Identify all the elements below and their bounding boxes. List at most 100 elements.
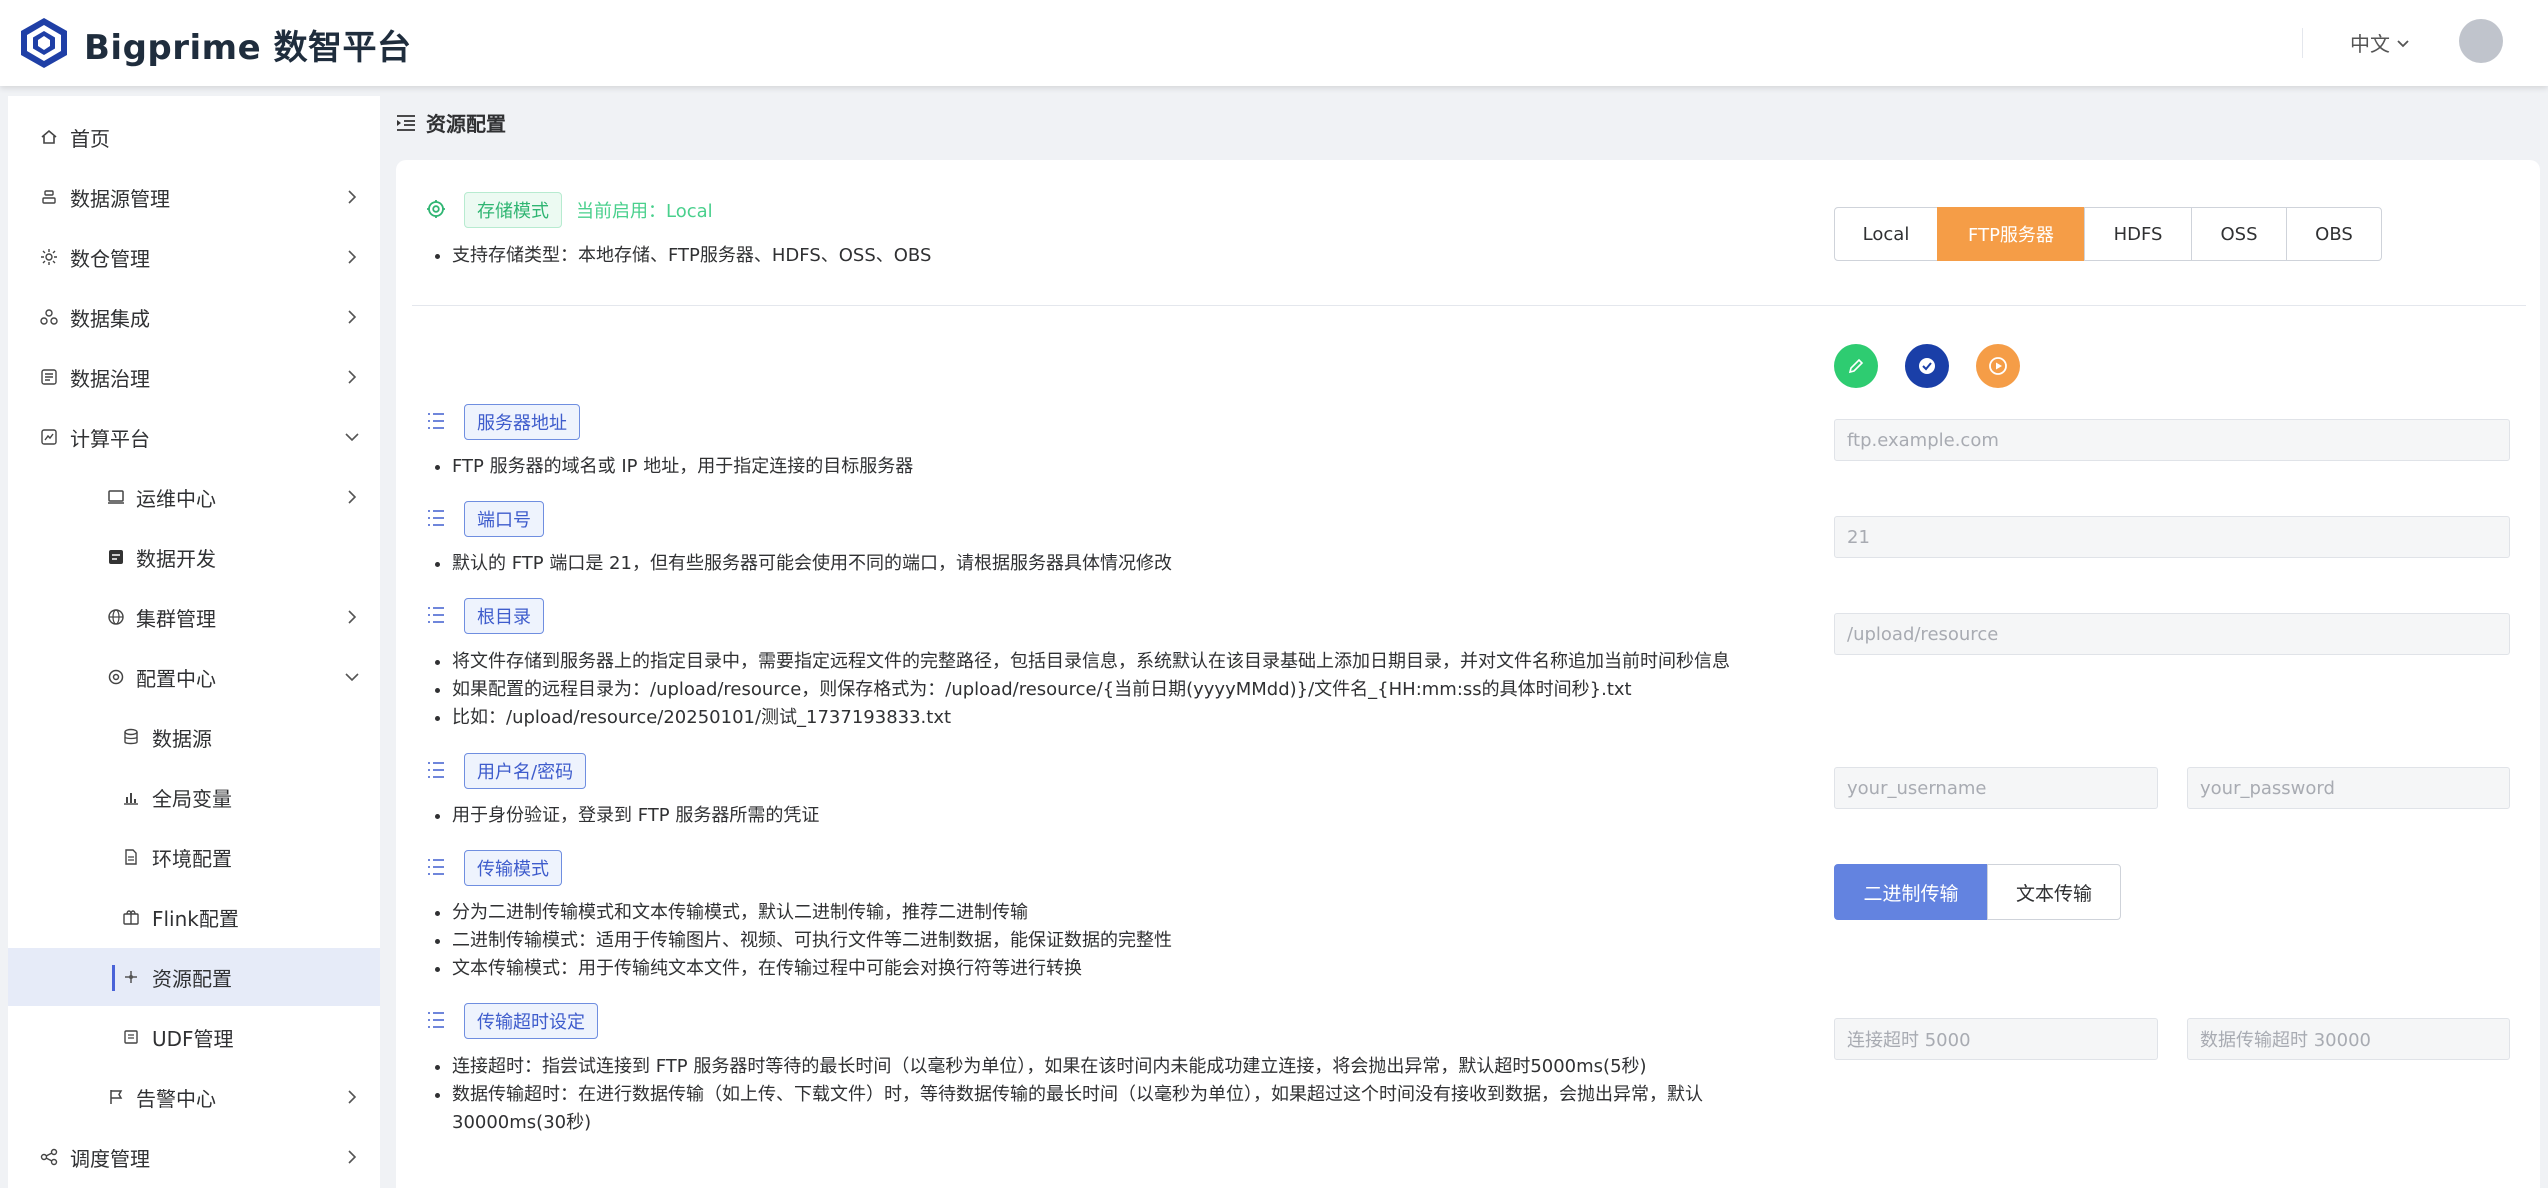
list-icon [428,859,444,875]
sidebar-item-dev[interactable]: 数据开发 [8,528,380,586]
avatar[interactable] [2459,19,2503,63]
timeout-description: 连接超时：指尝试连接到 FTP 服务器时等待的最长时间（以毫秒为单位），如果在该… [416,1053,1782,1137]
sidebar-item-datasource[interactable]: 数据源管理 [8,168,380,226]
list-item: 数据传输超时：在进行数据传输（如上传、下载文件）时，等待数据传输的最长时间（以毫… [452,1081,1782,1137]
chevron-right-icon [348,310,357,324]
run-button[interactable] [1976,344,2020,388]
chevron-right-icon [348,610,357,624]
play-icon [1989,357,2007,375]
list-icon [428,762,444,778]
governance-icon [40,368,58,386]
storage-option-obs[interactable]: OBS [2286,207,2382,261]
chevron-down-icon [345,433,359,442]
timeout-tag: 传输超时设定 [464,1003,598,1039]
language-label: 中文 [2350,32,2390,56]
password-input[interactable]: your_password [2187,767,2510,809]
list-item: 文本传输模式：用于传输纯文本文件，在传输过程中可能会对换行符等进行转换 [452,955,1172,983]
transfer-mode-tag: 传输模式 [464,850,562,886]
logo-icon [21,18,67,68]
sidebar-item-global-vars[interactable]: 全局变量 [8,768,380,826]
list-icon [428,607,444,623]
list-item: 支持存储类型：本地存储、FTP服务器、HDFS、OSS、OBS [452,242,931,270]
sidebar-item-cluster[interactable]: 集群管理 [8,588,380,646]
sidebar-item-home[interactable]: 首页 [8,108,380,166]
gear-icon [427,200,445,218]
connect-timeout-input[interactable]: 连接超时 5000 [1834,1018,2158,1060]
storage-option-ftp[interactable]: FTP服务器 [1937,207,2085,261]
flink-icon [122,908,140,926]
menu-indent-icon [397,114,415,131]
root-dir-input[interactable]: /upload/resource [1834,613,2510,655]
transfer-mode-selector: 二进制传输 文本传输 [1834,864,2121,920]
transfer-mode-text[interactable]: 文本传输 [1987,864,2121,920]
server-address-description: FTP 服务器的域名或 IP 地址，用于指定连接的目标服务器 [416,453,913,481]
brand-title: Bigprime 数智平台 [84,28,412,68]
sidebar-item-label: UDF管理 [152,1026,234,1051]
list-icon [428,1012,444,1028]
page-title: 资源配置 [396,108,506,137]
list-item: 二进制传输模式：适用于传输图片、视频、可执行文件等二进制数据，能保证数据的完整性 [452,927,1172,955]
sidebar-item-schedule[interactable]: 调度管理 [8,1128,380,1186]
sidebar-item-label: 数据开发 [136,546,216,571]
language-switcher[interactable]: 中文 [2350,28,2410,57]
sidebar-item-label: 资源配置 [152,966,232,991]
server-address-input[interactable]: ftp.example.com [1834,419,2510,461]
divider [412,305,2526,306]
sidebar-item-label: 全局变量 [152,786,232,811]
sidebar-item-udf[interactable]: UDF管理 [8,1008,380,1066]
sidebar-item-label: Flink配置 [152,906,239,931]
transfer-mode-binary[interactable]: 二进制传输 [1834,864,1988,920]
sidebar-item-alert[interactable]: 告警中心 [8,1068,380,1126]
data-timeout-input[interactable]: 数据传输超时 30000 [2187,1018,2510,1060]
chevron-right-icon [348,250,357,264]
sidebar-item-label: 告警中心 [136,1086,216,1111]
sidebar-item-config[interactable]: 配置中心 [8,648,380,706]
storage-type-selector: Local FTP服务器 HDFS OSS OBS [1834,207,2382,261]
confirm-button[interactable] [1905,344,1949,388]
sidebar-item-resource[interactable]: 资源配置 [8,948,380,1006]
list-icon [428,413,444,429]
pencil-icon [1848,358,1864,374]
resource-icon [122,968,140,986]
sidebar-item-compute[interactable]: 计算平台 [8,408,380,466]
credentials-tag: 用户名/密码 [464,753,587,789]
storage-option-oss[interactable]: OSS [2191,207,2287,261]
flag-icon [107,1088,125,1106]
sidebar-item-label: 运维中心 [136,486,216,511]
sidebar-item-label: 调度管理 [70,1146,150,1171]
list-item: FTP 服务器的域名或 IP 地址，用于指定连接的目标服务器 [452,453,913,481]
port-input[interactable]: 21 [1834,516,2510,558]
username-input[interactable]: your_username [1834,767,2158,809]
chevron-right-icon [348,1150,357,1164]
sidebar-item-flink[interactable]: Flink配置 [8,888,380,946]
current-storage-label: 当前启用：Local [576,201,713,222]
sidebar-menu: 首页 数据源管理 数仓管理 数据集成 数据治理 计算平台 运维中心 数据开发 集… [8,96,380,1188]
sidebar-item-integration[interactable]: 数据集成 [8,288,380,346]
compute-icon [40,428,58,446]
sidebar-item-config-datasource[interactable]: 数据源 [8,708,380,766]
sidebar-item-warehouse[interactable]: 数仓管理 [8,228,380,286]
globe-icon [107,608,125,626]
active-indicator [112,965,115,991]
chevron-down-icon [345,673,359,682]
sidebar-item-label: 数仓管理 [70,246,150,271]
sidebar-item-label: 数据源 [152,726,212,751]
sidebar-item-label: 数据治理 [70,366,150,391]
dev-icon [107,548,125,566]
check-circle-icon [1919,358,1935,374]
storage-option-local[interactable]: Local [1834,207,1938,261]
storage-option-hdfs[interactable]: HDFS [2084,207,2192,261]
bar-chart-icon [122,788,140,806]
sidebar-item-governance[interactable]: 数据治理 [8,348,380,406]
sidebar-item-ops[interactable]: 运维中心 [8,468,380,526]
transfer-mode-description: 分为二进制传输模式和文本传输模式，默认二进制传输，推荐二进制传输 二进制传输模式… [416,899,1172,983]
sidebar-item-label: 配置中心 [136,666,216,691]
list-item: 比如：/upload/resource/20250101/测试_17371938… [452,704,1730,732]
edit-button[interactable] [1834,344,1878,388]
sidebar-item-env[interactable]: 环境配置 [8,828,380,886]
root-dir-tag: 根目录 [464,598,544,634]
file-icon [122,848,140,866]
list-item: 用于身份验证，登录到 FTP 服务器所需的凭证 [452,802,819,830]
sidebar-item-label: 集群管理 [136,606,216,631]
list-icon [428,510,444,526]
